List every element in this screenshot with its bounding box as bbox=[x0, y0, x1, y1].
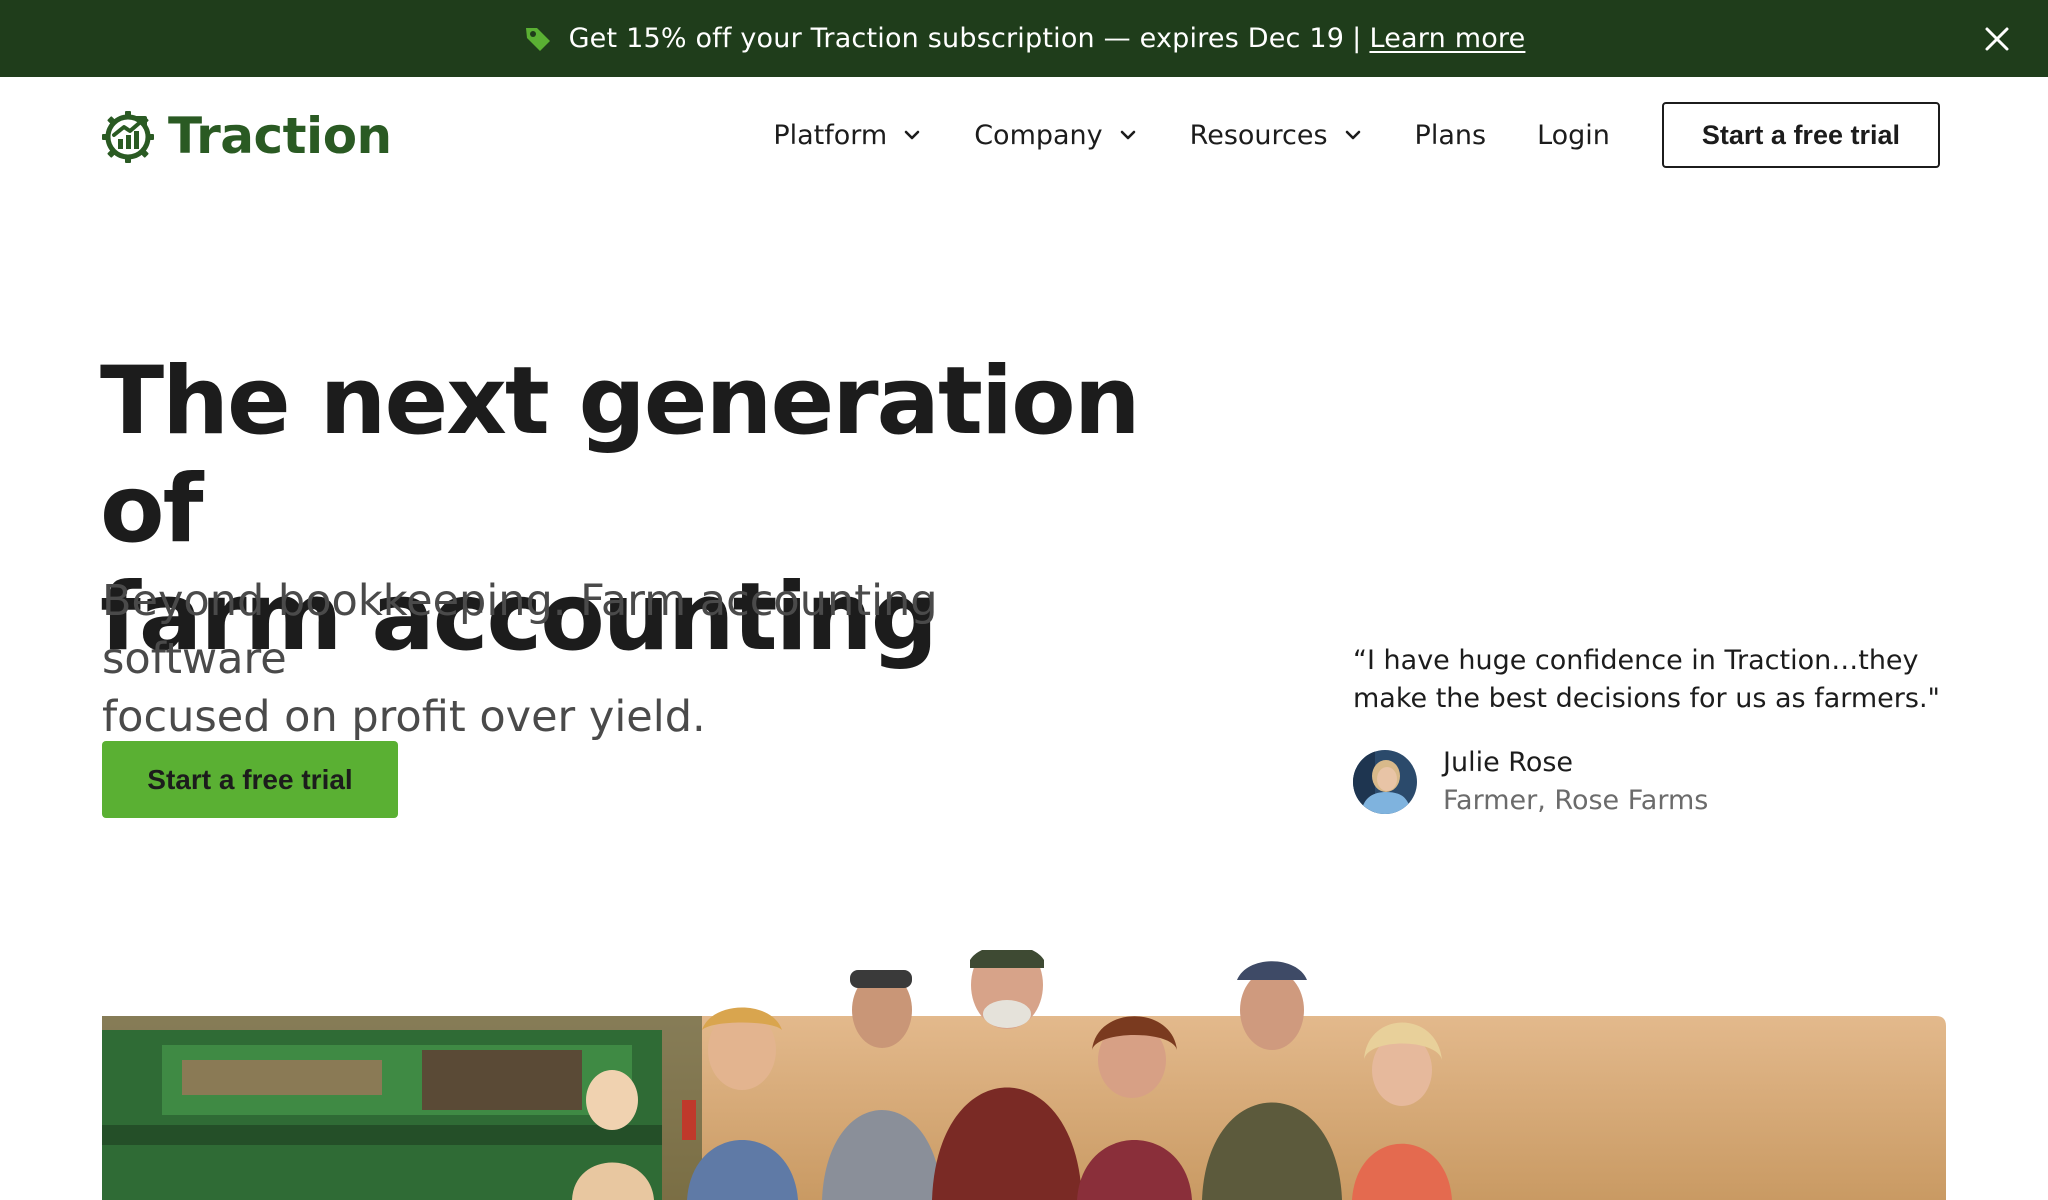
nav-platform-label: Platform bbox=[773, 119, 888, 151]
hero-start-trial-button[interactable]: Start a free trial bbox=[102, 741, 398, 818]
author-role: Farmer, Rose Farms bbox=[1443, 785, 1709, 816]
chevron-down-icon bbox=[1345, 130, 1360, 140]
author-name: Julie Rose bbox=[1443, 747, 1574, 778]
nav-platform[interactable]: Platform bbox=[773, 120, 923, 151]
quote-line-1: “I have huge confidence in Traction…they bbox=[1353, 645, 1919, 676]
promo-banner: Get 15% off your Traction subscription —… bbox=[0, 0, 2048, 77]
nav-plans[interactable]: Plans bbox=[1415, 120, 1487, 151]
nav-resources[interactable]: Resources bbox=[1190, 120, 1364, 151]
close-icon[interactable] bbox=[1982, 24, 2012, 54]
chevron-down-icon bbox=[904, 130, 920, 140]
avatar bbox=[1353, 750, 1417, 814]
logo[interactable]: Traction bbox=[102, 107, 392, 165]
traction-logo-icon bbox=[102, 109, 154, 163]
hero-subtitle: Beyond bookkeeping. Farm accounting soft… bbox=[102, 572, 1102, 746]
hero-family-photo bbox=[102, 950, 1946, 1200]
nav-login[interactable]: Login bbox=[1537, 120, 1610, 151]
nav-resources-label: Resources bbox=[1189, 119, 1328, 151]
nav-login-label: Login bbox=[1537, 119, 1610, 151]
testimonial-quote: “I have huge confidence in Traction…they… bbox=[1353, 642, 1973, 718]
promo-separator: | bbox=[1352, 23, 1362, 54]
testimonial-author: Julie Rose Farmer, Rose Farms bbox=[1353, 744, 1708, 820]
header-start-trial-button[interactable]: Start a free trial bbox=[1661, 102, 1940, 168]
nav-company[interactable]: Company bbox=[974, 120, 1138, 151]
hero-subtitle-line-1: Beyond bookkeeping. Farm accounting soft… bbox=[102, 576, 938, 684]
nav-company-label: Company bbox=[974, 119, 1103, 151]
hero-subtitle-line-2: focused on profit over yield. bbox=[102, 692, 706, 742]
logo-text: Traction bbox=[168, 107, 392, 165]
promo-text: Get 15% off your Traction subscription —… bbox=[568, 23, 1345, 54]
chevron-down-icon bbox=[1120, 130, 1135, 140]
nav-plans-label: Plans bbox=[1414, 119, 1487, 151]
main-nav: Platform Company Resources Plans Login S… bbox=[722, 102, 1940, 168]
learn-more-link[interactable]: Learn more bbox=[1369, 23, 1525, 54]
tag-icon bbox=[523, 24, 553, 54]
hero-title-line-1: The next generation of bbox=[100, 347, 1141, 564]
quote-line-2: make the best decisions for us as farmer… bbox=[1353, 683, 1940, 714]
site-header: Traction Platform Company Resources Plan… bbox=[0, 77, 2048, 195]
